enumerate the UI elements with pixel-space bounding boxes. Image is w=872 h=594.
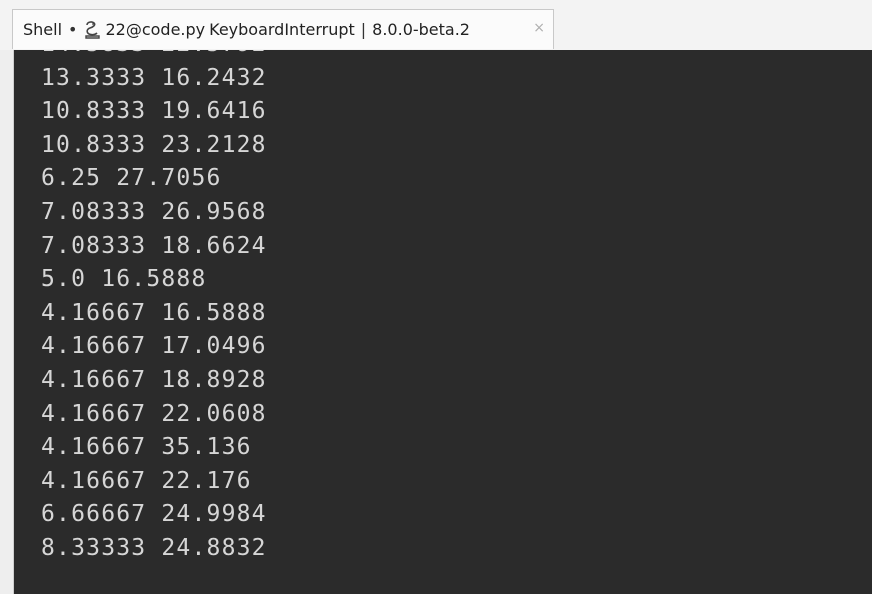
console-line: 4.16667 35.136 bbox=[41, 434, 252, 461]
tab-separator: | bbox=[360, 20, 367, 39]
console-line: 8.33333 24.8832 bbox=[41, 534, 267, 561]
console-output: 14.5833 22.5792 13.3333 16.2432 10.8333 19… bbox=[41, 50, 267, 566]
console-line: 14.5833 22.5792 bbox=[41, 50, 267, 62]
tab-file-name: 22@code.py bbox=[105, 20, 206, 39]
console-line: 10.8333 23.2128 bbox=[41, 131, 267, 158]
console-line: 10.8333 19.6416 bbox=[41, 98, 267, 125]
python-snake-icon bbox=[83, 20, 103, 40]
console-line: 5.0 16.5888 bbox=[41, 266, 207, 293]
tab-bullet: • bbox=[68, 20, 78, 39]
console-line: 13.3333 16.2432 bbox=[41, 64, 267, 91]
console-line: 4.16667 22.176 bbox=[41, 467, 252, 494]
console-line: 4.16667 16.5888 bbox=[41, 299, 267, 326]
console-line: 6.25 27.7056 bbox=[41, 165, 222, 192]
console-line: 7.08333 26.9568 bbox=[41, 198, 267, 225]
console-line: 4.16667 22.0608 bbox=[41, 400, 267, 427]
tab-status: KeyboardInterrupt bbox=[209, 20, 355, 39]
tab-bar: Shell • 22@code.py KeyboardInterrupt | 8… bbox=[0, 0, 872, 51]
close-icon[interactable]: × bbox=[533, 20, 545, 36]
console-line: 4.16667 17.0496 bbox=[41, 333, 267, 360]
console-line: 4.16667 18.8928 bbox=[41, 366, 267, 393]
tab-shell[interactable]: Shell • 22@code.py KeyboardInterrupt | 8… bbox=[12, 9, 554, 49]
tab-version: 8.0.0-beta.2 bbox=[372, 20, 470, 39]
left-gutter bbox=[0, 50, 14, 594]
console-line: 6.66667 24.9984 bbox=[41, 501, 267, 528]
shell-console[interactable]: 14.5833 22.5792 13.3333 16.2432 10.8333 19… bbox=[14, 50, 872, 594]
console-line: 7.08333 18.6624 bbox=[41, 232, 267, 259]
tab-shell-label: Shell bbox=[23, 20, 63, 39]
mu-editor-window: Shell • 22@code.py KeyboardInterrupt | 8… bbox=[0, 0, 872, 594]
